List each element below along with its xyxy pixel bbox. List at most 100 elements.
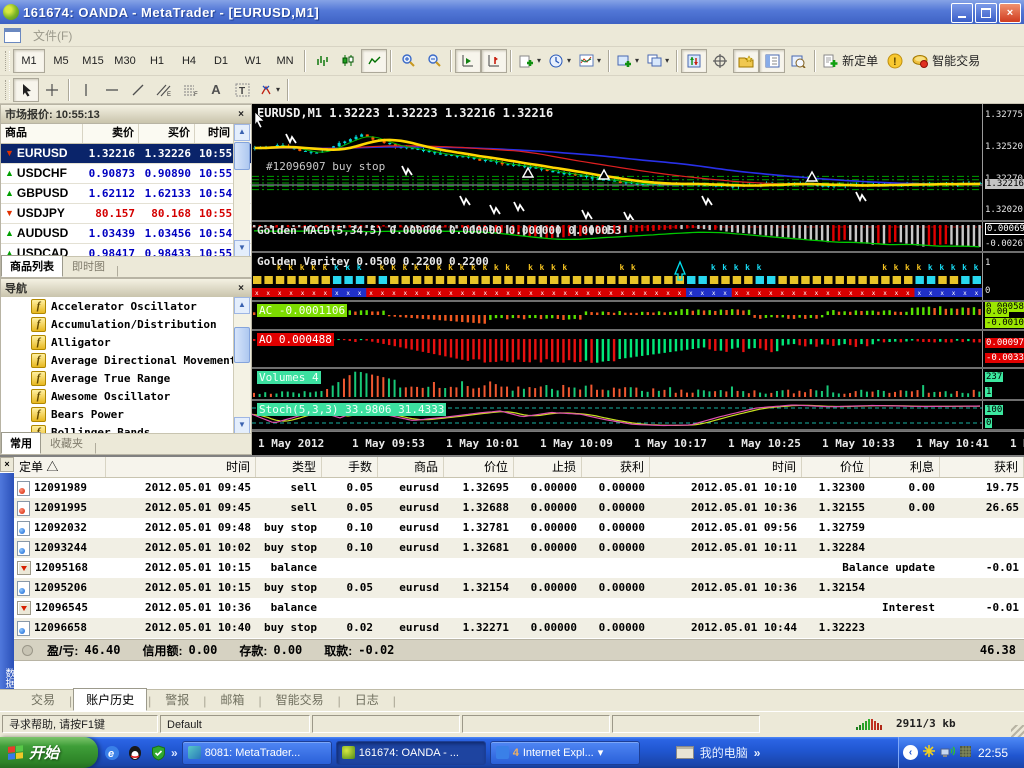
vertical-line-button[interactable] — [73, 78, 99, 102]
history-row[interactable]: 120966582012.05.01 10:40buy stop0.02euru… — [14, 618, 1024, 638]
navigator-item[interactable]: fBears Power — [1, 405, 234, 423]
chart-system-icon[interactable] — [4, 28, 21, 43]
navigator-item[interactable]: fAverage True Range — [1, 369, 234, 387]
start-button[interactable]: 开始 — [0, 737, 98, 768]
history-col-4[interactable]: 商品 — [378, 457, 444, 477]
chart-pane-macd[interactable]: 0.000693-0.00267Golden MACD(5,34,5) 0.00… — [252, 222, 1024, 253]
history-row[interactable]: 120951682012.05.01 10:15balanceBalance u… — [14, 558, 1024, 578]
arrows-button[interactable]: ▾ — [255, 78, 284, 102]
scroll-up-icon[interactable]: ▲ — [234, 124, 250, 141]
auto-scroll-button[interactable] — [455, 49, 481, 73]
timeframe-m15[interactable]: M15 — [77, 49, 109, 73]
history-col-3[interactable]: 手数 — [322, 457, 378, 477]
price-scale[interactable]: 2371 — [982, 369, 1024, 399]
terminal-tab-智能交易[interactable]: 智能交易 — [263, 688, 337, 711]
navigator-title-bar[interactable]: 导航 × — [1, 279, 251, 298]
chart-shift-button[interactable] — [481, 49, 507, 73]
minimize-button[interactable] — [951, 3, 973, 23]
scroll-up-icon[interactable]: ▲ — [234, 297, 250, 314]
task-button-0[interactable]: 8081: MetaTrader... — [182, 741, 332, 765]
history-col-9[interactable]: 价位 — [802, 457, 870, 477]
market-watch-row[interactable]: ▲AUDUSD1.034391.0345610:54 — [1, 224, 251, 244]
history-row[interactable]: 120919892012.05.01 09:45sell0.05eurusd1.… — [14, 478, 1024, 498]
history-col-6[interactable]: 止损 — [514, 457, 582, 477]
terminal-tab-邮箱[interactable]: 邮箱 — [207, 688, 257, 711]
timeframe-h1[interactable]: H1 — [141, 49, 173, 73]
qq-quicklaunch-icon[interactable] — [126, 744, 144, 762]
new-order-button[interactable]: 新定单 — [819, 49, 882, 73]
price-scale[interactable]: 1000 — [982, 401, 1024, 429]
tab-symbols[interactable]: 商品列表 — [1, 255, 63, 277]
tab-common[interactable]: 常用 — [1, 432, 41, 454]
toolbar-grip[interactable] — [5, 51, 10, 71]
terminal-tab-交易[interactable]: 交易 — [18, 688, 68, 711]
expert-advisors-button[interactable]: 智能交易 — [908, 49, 984, 73]
trendline-button[interactable] — [125, 78, 151, 102]
new-chart-button[interactable]: ▾ — [515, 49, 545, 73]
terminal-side-strip[interactable]: 数据 — [0, 473, 14, 690]
task-button-2[interactable]: 4Internet Expl...▾ — [490, 741, 640, 765]
crosshair-button[interactable] — [39, 78, 65, 102]
navigator-close-icon[interactable]: × — [235, 283, 247, 294]
alert-button[interactable]: ! — [882, 49, 908, 73]
add-indicator-button[interactable]: ▾ — [613, 49, 643, 73]
candlestick-button[interactable] — [335, 49, 361, 73]
price-scale[interactable]: 0.000972-0.00336 — [982, 331, 1024, 367]
navigator-item[interactable]: fAwesome Oscillator — [1, 387, 234, 405]
quicklaunch-more-icon[interactable]: » — [171, 746, 178, 760]
line-chart-button[interactable] — [361, 49, 387, 73]
scroll-down-icon[interactable]: ▼ — [234, 240, 250, 257]
navigator-scrollbar[interactable]: ▲ ▼ — [233, 297, 250, 434]
navigator-item[interactable]: fAccelerator Oscillator — [1, 297, 234, 315]
window-arrange-button[interactable]: ▾ — [643, 49, 673, 73]
history-row[interactable]: 120965452012.05.01 10:36balanceInterest-… — [14, 598, 1024, 618]
history-row[interactable]: 120920322012.05.01 09:48buy stop0.10euru… — [14, 518, 1024, 538]
history-col-8[interactable]: 时间 — [650, 457, 802, 477]
timeframe-m30[interactable]: M30 — [109, 49, 141, 73]
history-col-0[interactable]: 定单 △ — [14, 457, 106, 477]
desktop-toolbar-label[interactable]: 我的电脑 — [700, 744, 748, 761]
timeframe-w1[interactable]: W1 — [237, 49, 269, 73]
history-col-1[interactable]: 时间 — [106, 457, 256, 477]
terminal-toggle[interactable] — [759, 49, 785, 73]
col-ask[interactable]: 买价 — [139, 124, 195, 143]
text-button[interactable]: A — [203, 78, 229, 102]
time-axis[interactable]: 1 May 20121 May 09:531 May 10:011 May 10… — [252, 431, 1024, 456]
market-watch-title-bar[interactable]: 市场报价: 10:55:13 × — [1, 105, 251, 124]
tray-grid-icon[interactable] — [959, 745, 972, 761]
market-watch-row[interactable]: ▲USDCHF0.908730.9089010:55 — [1, 164, 251, 184]
market-watch-scrollbar[interactable]: ▲ ▼ — [233, 124, 250, 257]
market-watch-toggle[interactable] — [681, 49, 707, 73]
terminal-side-tab[interactable]: 数据 — [1, 668, 16, 688]
bar-chart-button[interactable] — [309, 49, 335, 73]
tray-network-icon[interactable] — [940, 745, 955, 761]
horizontal-line-button[interactable] — [99, 78, 125, 102]
close-button[interactable]: × — [999, 3, 1021, 23]
cursor-button[interactable] — [13, 78, 39, 102]
navigator-item[interactable]: fAccumulation/Distribution — [1, 315, 234, 333]
chart-pane-ac[interactable]: 0.0005850.00-0.00109AC -0.0001106 — [252, 302, 1024, 331]
market-watch-row[interactable]: ▼USDJPY80.15780.16810:55 — [1, 204, 251, 224]
profiles-button[interactable]: ▾ — [545, 49, 575, 73]
navigator-item[interactable]: fAlligator — [1, 333, 234, 351]
indicators-button[interactable]: ▾ — [575, 49, 605, 73]
market-watch-close-icon[interactable]: × — [235, 109, 247, 120]
terminal-tab-日志[interactable]: 日志 — [342, 688, 392, 711]
zoom-in-button[interactable] — [395, 49, 421, 73]
fibonacci-button[interactable]: F — [177, 78, 203, 102]
history-col-2[interactable]: 类型 — [256, 457, 322, 477]
col-time[interactable]: 时间 — [195, 124, 234, 143]
chart-pane-stoch[interactable]: 1000Stoch(5,3,3) 33.9806 31.4333 — [252, 401, 1024, 431]
toolbar-more-icon[interactable]: » — [754, 746, 761, 760]
tray-sparkle-icon[interactable] — [922, 744, 936, 761]
text-label-button[interactable]: T — [229, 78, 255, 102]
toolbar-grip[interactable] — [5, 80, 10, 100]
timeframe-mn[interactable]: MN — [269, 49, 301, 73]
restore-button[interactable] — [975, 3, 997, 23]
channel-button[interactable]: E — [151, 78, 177, 102]
terminal-close-icon[interactable]: × — [0, 457, 14, 472]
navigator-item[interactable]: fAverage Directional Movement — [1, 351, 234, 369]
scrollbar-thumb[interactable] — [234, 142, 250, 170]
ie-quicklaunch-icon[interactable]: e — [103, 744, 121, 762]
chart-window[interactable]: 1.327751.325201.322701.320201.32216EURUS… — [252, 104, 1024, 455]
